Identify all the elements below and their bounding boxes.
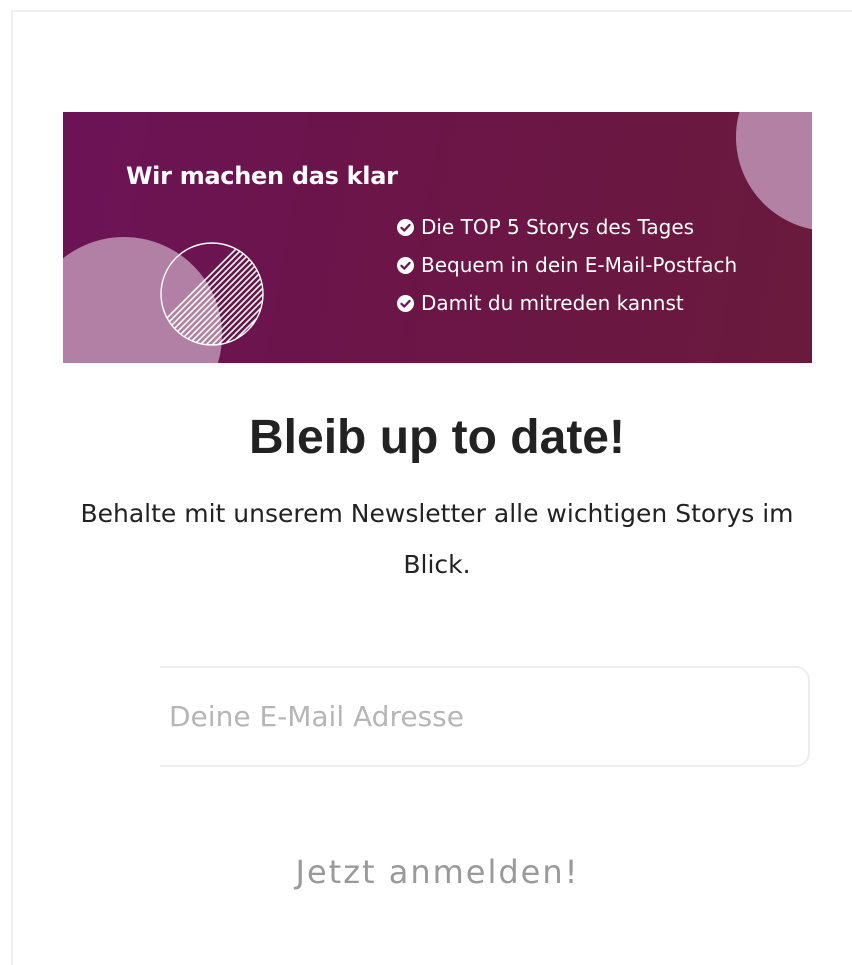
benefit-item: Die TOP 5 Storys des Tages: [397, 208, 737, 246]
benefit-label: Bequem in dein E-Mail-Postfach: [421, 253, 738, 277]
check-circle-icon: [397, 294, 414, 312]
benefit-label: Damit du mitreden kannst: [421, 291, 684, 315]
newsletter-banner: Wir machen das klar Die TOP 5 Storys des…: [63, 112, 812, 363]
newsletter-title: Bleib up to date!: [249, 411, 625, 464]
check-circle-icon: [397, 218, 414, 236]
benefit-item: Damit du mitreden kannst: [397, 284, 737, 322]
decor-circle-top-right: [736, 112, 812, 230]
email-input[interactable]: [160, 666, 810, 767]
subscribe-button[interactable]: Jetzt anmelden!: [210, 840, 665, 904]
benefit-list: Die TOP 5 Storys des Tages Bequem in dei…: [397, 208, 737, 322]
benefit-item: Bequem in dein E-Mail-Postfach: [397, 246, 737, 284]
newsletter-subtitle: Behalte mit unserem Newsletter alle wich…: [80, 499, 794, 579]
banner-heading: Wir machen das klar: [126, 162, 398, 190]
benefit-label: Die TOP 5 Storys des Tages: [421, 215, 695, 239]
check-circle-icon: [397, 256, 414, 274]
decor-circle-bottom-left: [63, 237, 222, 363]
